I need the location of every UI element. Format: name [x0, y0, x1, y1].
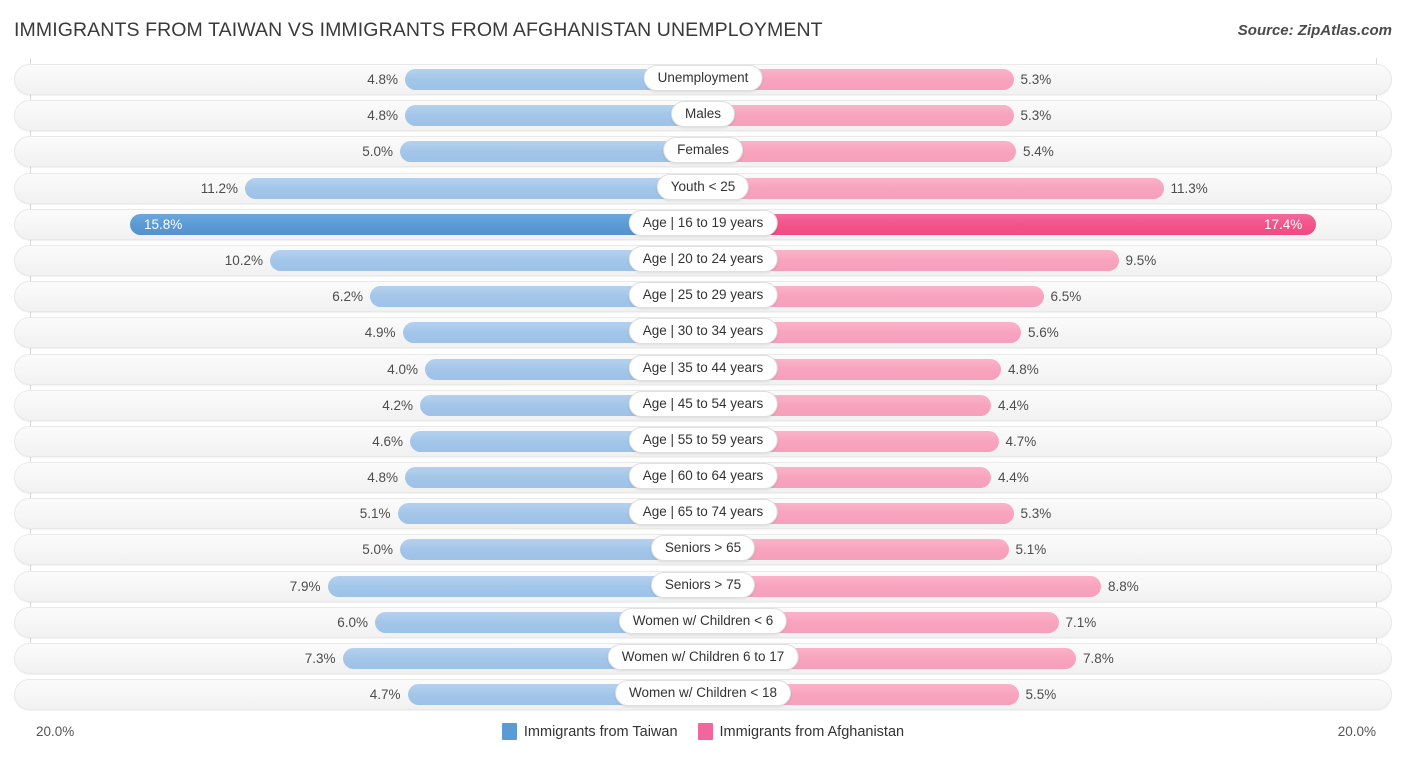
- value-label-right: 7.8%: [1083, 651, 1114, 666]
- row-category-label: Age | 20 to 24 years: [628, 245, 778, 272]
- legend-label: Immigrants from Taiwan: [523, 723, 678, 740]
- value-label-right: 11.3%: [1170, 180, 1208, 196]
- legend-item[interactable]: Immigrants from Afghanistan: [697, 723, 905, 740]
- chart-row: 5.0% 5.4% Females: [0, 134, 1406, 170]
- value-label-right: 17.4%: [1264, 216, 1303, 232]
- value-label-left: 7.9%: [289, 578, 321, 594]
- value-label-left: 11.2%: [200, 180, 238, 196]
- chart-footer: 20.0% 20.0% Immigrants from Taiwan Immigr…: [0, 713, 1406, 757]
- row-category-label: Youth < 25: [656, 173, 750, 200]
- bar-right-afghanistan: [703, 141, 1016, 163]
- value-label-left: 4.6%: [372, 433, 403, 449]
- chart-row: 4.7% 5.5% Women w/ Children < 18: [0, 677, 1406, 713]
- chart-row: 15.8% 17.4% Age | 16 to 19 years: [0, 207, 1406, 243]
- chart-row: 4.9% 5.6% Age | 30 to 34 years: [0, 315, 1406, 351]
- value-label-right: 5.3%: [1020, 506, 1052, 522]
- row-category-label: Women w/ Children < 6: [618, 607, 788, 634]
- value-label-right: 4.8%: [1008, 361, 1039, 377]
- chart-plot-area: 4.8% 5.3% Unemployment 4.8% 5.3% Males 5.0% 5.4…: [0, 58, 1406, 715]
- row-category-label: Unemployment: [643, 65, 763, 91]
- value-label-left: 10.2%: [224, 252, 263, 268]
- chart-row: 4.8% 5.3% Unemployment: [0, 62, 1406, 98]
- bar-left-taiwan: [245, 177, 703, 199]
- value-label-left: 4.8%: [367, 72, 398, 87]
- value-label-right: 5.1%: [1015, 542, 1047, 558]
- row-category-label: Age | 60 to 64 years: [628, 463, 778, 490]
- row-category-label: Females: [663, 137, 743, 164]
- value-label-right: 5.4%: [1023, 144, 1054, 160]
- row-category-label: Women w/ Children < 18: [615, 680, 791, 707]
- value-label-left: 4.7%: [369, 687, 401, 703]
- row-category-label: Age | 65 to 74 years: [628, 499, 778, 526]
- legend-label: Immigrants from Afghanistan: [719, 723, 905, 740]
- legend-swatch-icon: [697, 723, 713, 740]
- value-label-right: 4.4%: [998, 470, 1029, 486]
- chart-row: 10.2% 9.5% Age | 20 to 24 years: [0, 243, 1406, 279]
- row-category-label: Age | 30 to 34 years: [628, 318, 778, 345]
- row-category-label: Age | 25 to 29 years: [628, 282, 778, 309]
- chart-row: 4.6% 4.7% Age | 55 to 59 years: [0, 424, 1406, 460]
- bar-left-taiwan: [405, 105, 703, 127]
- chart-legend: Immigrants from Taiwan Immigrants from Af…: [0, 723, 1406, 740]
- chart-row: 11.2% 11.3% Youth < 25: [0, 171, 1406, 207]
- value-label-left: 4.9%: [364, 325, 396, 341]
- value-label-right: 4.7%: [1005, 433, 1037, 449]
- chart-row: 4.2% 4.4% Age | 45 to 54 years: [0, 388, 1406, 424]
- value-label-left: 5.1%: [359, 506, 391, 522]
- value-label-left: 7.3%: [304, 651, 336, 666]
- legend-swatch-icon: [501, 723, 517, 740]
- row-category-label: Seniors > 65: [650, 535, 756, 562]
- bar-left-taiwan: [327, 575, 703, 597]
- value-label-left: 4.8%: [367, 470, 398, 486]
- row-category-label: Males: [670, 101, 736, 128]
- value-label-left: 6.0%: [337, 614, 368, 630]
- value-label-right: 6.5%: [1050, 289, 1082, 305]
- bar-right-afghanistan: [703, 213, 1316, 235]
- row-category-label: Age | 35 to 44 years: [628, 354, 778, 381]
- chart-row: 7.3% 7.8% Women w/ Children 6 to 17: [0, 641, 1406, 677]
- bar-left-taiwan: [400, 141, 703, 163]
- value-label-right: 9.5%: [1125, 252, 1157, 268]
- bar-left-taiwan: [130, 213, 703, 235]
- chart-rows: 4.8% 5.3% Unemployment 4.8% 5.3% Males 5.0% 5.4…: [0, 62, 1406, 713]
- row-category-label: Seniors > 75: [650, 571, 756, 598]
- row-category-label: Age | 16 to 19 years: [628, 209, 778, 236]
- source-attribution: Source: ZipAtlas.com: [1237, 22, 1392, 39]
- row-category-label: Women w/ Children 6 to 17: [607, 644, 799, 670]
- value-label-right: 8.8%: [1108, 578, 1139, 594]
- chart-row: 4.8% 5.3% Males: [0, 98, 1406, 134]
- value-label-right: 7.1%: [1065, 614, 1097, 630]
- value-label-left: 4.8%: [367, 108, 398, 124]
- value-label-right: 5.6%: [1028, 325, 1059, 341]
- bar-right-afghanistan: [703, 105, 1014, 127]
- value-label-left: 4.0%: [387, 361, 418, 377]
- row-category-label: Age | 45 to 54 years: [628, 390, 778, 417]
- value-label-right: 5.3%: [1020, 108, 1052, 124]
- legend-item[interactable]: Immigrants from Taiwan: [501, 723, 678, 740]
- page-title: IMMIGRANTS FROM TAIWAN VS IMMIGRANTS FRO…: [14, 19, 823, 41]
- chart-row: 4.8% 4.4% Age | 60 to 64 years: [0, 460, 1406, 496]
- bar-right-afghanistan: [703, 177, 1164, 199]
- chart-page: IMMIGRANTS FROM TAIWAN VS IMMIGRANTS FRO…: [0, 0, 1406, 757]
- value-label-left: 6.2%: [332, 289, 363, 305]
- chart-row: 5.1% 5.3% Age | 65 to 74 years: [0, 496, 1406, 532]
- value-label-right: 4.4%: [998, 397, 1029, 413]
- value-label-left: 15.8%: [144, 216, 183, 232]
- chart-row: 6.0% 7.1% Women w/ Children < 6: [0, 605, 1406, 641]
- bar-right-afghanistan: [703, 575, 1101, 597]
- chart-row: 6.2% 6.5% Age | 25 to 29 years: [0, 279, 1406, 315]
- value-label-right: 5.3%: [1020, 72, 1052, 87]
- value-label-left: 4.2%: [382, 397, 413, 413]
- value-label-right: 5.5%: [1025, 687, 1057, 703]
- chart-row: 5.0% 5.1% Seniors > 65: [0, 532, 1406, 568]
- value-label-left: 5.0%: [362, 542, 393, 558]
- chart-row: 4.0% 4.8% Age | 35 to 44 years: [0, 352, 1406, 388]
- value-label-left: 5.0%: [362, 144, 393, 160]
- row-category-label: Age | 55 to 59 years: [628, 426, 778, 453]
- chart-row: 7.9% 8.8% Seniors > 75: [0, 569, 1406, 605]
